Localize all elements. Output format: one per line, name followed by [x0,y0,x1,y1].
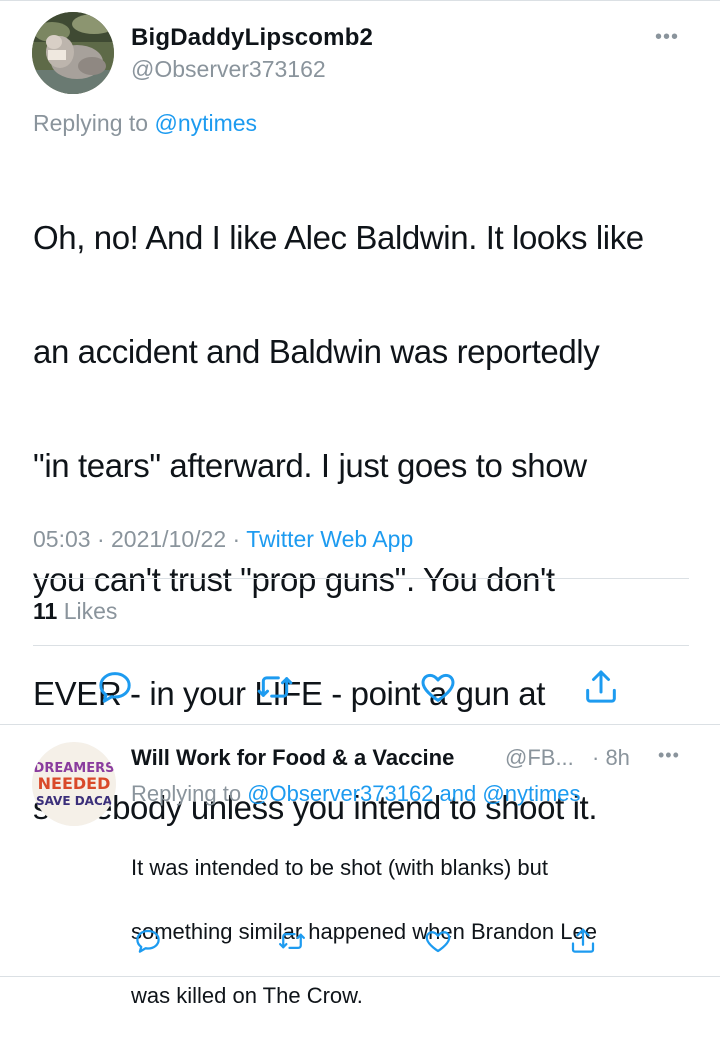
divider [33,645,689,646]
tweet-source[interactable]: Twitter Web App [246,526,413,552]
tweet-time[interactable]: · 8h [592,745,630,771]
reply-icon[interactable] [95,667,135,707]
replying-prefix: Replying to [131,781,242,806]
like-icon[interactable] [418,667,458,707]
avatar-text: SAVE DACA [36,794,113,808]
avatar[interactable]: DREAMERS NEEDED SAVE DACA [32,742,116,826]
like-icon[interactable] [423,926,453,956]
tweet-text-line: you can't trust "prop guns". You don't [33,561,555,598]
tweet-text-line: "in tears" afterward. I just goes to sho… [33,447,587,484]
tweet-text-line: was killed on The Crow. [131,983,363,1008]
likes-label: Likes [63,598,118,624]
tweet-text-line: something similar happened when Brandon … [131,919,597,944]
tweet-text-line: It was intended to be shot (with blanks)… [131,855,549,880]
and-text: and [439,781,477,806]
replying-to-link[interactable]: @nytimes [154,110,257,136]
bottom-divider [0,976,720,977]
tweet-text: It was intended to be shot (with blanks)… [131,820,691,1044]
display-name[interactable]: BigDaddyLipscomb2 [131,24,373,52]
retweet-icon[interactable] [277,926,307,956]
reply-icon[interactable] [133,926,163,956]
meta-separator: · [96,526,105,552]
tweet-time[interactable]: 05:03 [33,526,91,552]
divider [0,724,720,725]
user-handle[interactable]: @Observer373162 [131,56,326,83]
tweet-meta: 05:03 · 2021/10/22 · Twitter Web App [33,526,413,553]
user-handle[interactable]: @FB... [505,745,574,771]
share-icon[interactable] [568,926,598,956]
retweet-icon[interactable] [255,667,295,707]
likes-number: 11 [33,598,58,624]
tweet-text-line: an accident and Baldwin was reportedly [33,333,600,370]
replying-to: Replying to @nytimes [33,110,257,137]
meta-separator: · [232,526,241,552]
top-divider [0,0,720,1]
avatar[interactable] [32,12,114,94]
more-horizontal-icon[interactable]: ••• [658,745,680,766]
likes-count[interactable]: 11 Likes [33,598,117,625]
avatar-text: NEEDED [38,774,111,793]
replying-prefix: Replying to [33,110,149,136]
replying-to-link[interactable]: @nytimes [482,781,580,806]
replying-to: Replying to @Observer373162 and @nytimes [131,781,581,807]
more-horizontal-icon[interactable]: ••• [655,26,679,49]
share-icon[interactable] [581,667,621,707]
tweet-date[interactable]: 2021/10/22 [111,526,226,552]
tweet-text-line: Oh, no! And I like Alec Baldwin. It look… [33,219,644,256]
replying-to-link[interactable]: @Observer373162 [247,781,433,806]
display-name[interactable]: Will Work for Food & a Vaccine [131,745,454,771]
divider [33,578,689,579]
